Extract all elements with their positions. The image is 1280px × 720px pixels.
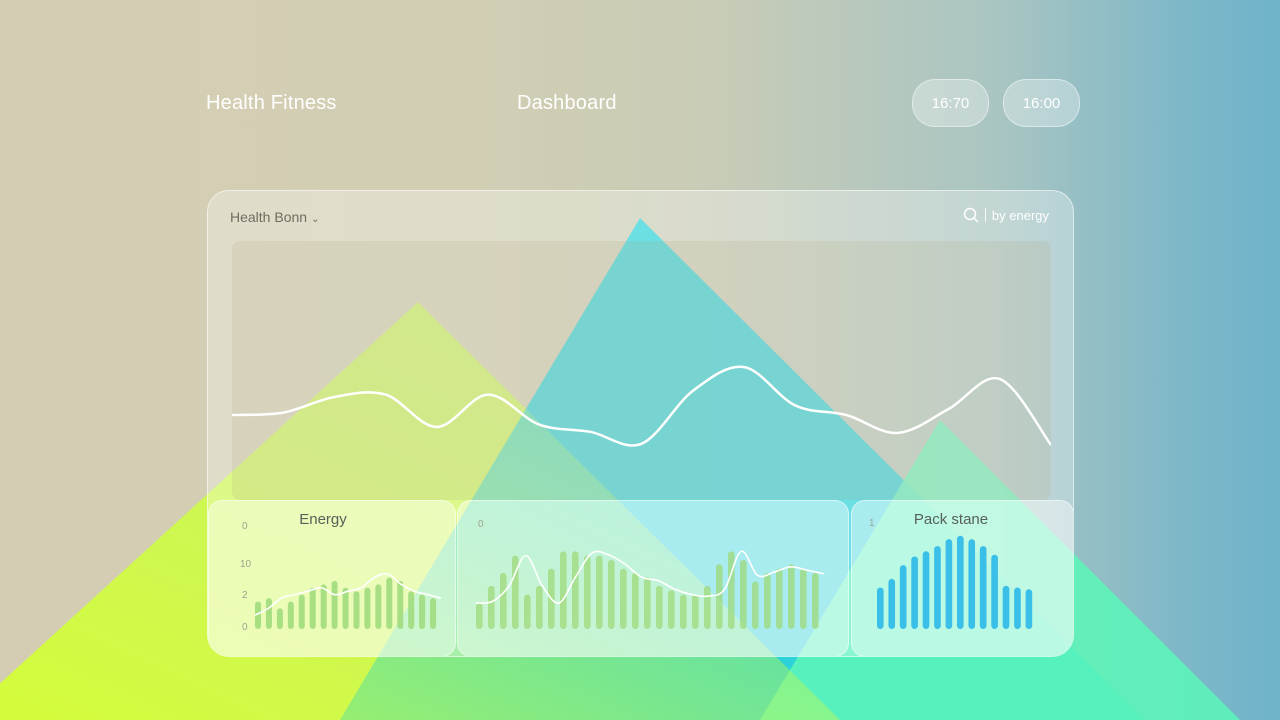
bar bbox=[342, 587, 349, 629]
bar bbox=[572, 551, 579, 629]
bar bbox=[1014, 587, 1021, 629]
bar bbox=[500, 572, 507, 629]
middle-card: 0 bbox=[457, 500, 849, 656]
bar bbox=[740, 559, 747, 629]
bar bbox=[1002, 585, 1010, 629]
bar bbox=[911, 556, 918, 629]
bar bbox=[922, 551, 930, 629]
bar bbox=[632, 572, 639, 629]
search-divider bbox=[984, 208, 986, 222]
bar bbox=[353, 591, 360, 629]
energy-bar-chart bbox=[254, 572, 442, 629]
bar bbox=[934, 546, 941, 629]
bar bbox=[596, 555, 603, 629]
panel-dropdown[interactable]: Health Bonn ⌄ bbox=[230, 209, 319, 225]
dashboard-panel: Health Bonn ⌄ by energy Energy 0 10 2 0 0… bbox=[207, 190, 1074, 657]
bar bbox=[536, 585, 543, 629]
bar bbox=[287, 601, 294, 629]
bar bbox=[476, 603, 483, 629]
bar bbox=[320, 584, 327, 629]
bar bbox=[608, 559, 615, 629]
bar bbox=[386, 577, 393, 629]
bar bbox=[419, 594, 426, 629]
bar bbox=[680, 594, 687, 629]
search-icon bbox=[963, 207, 979, 223]
bar bbox=[800, 568, 807, 629]
main-line-chart bbox=[232, 365, 1051, 447]
search-control[interactable]: by energy bbox=[963, 207, 1049, 223]
bar bbox=[560, 551, 567, 629]
middle-bar-chart bbox=[475, 550, 825, 629]
bar bbox=[716, 564, 723, 629]
bar bbox=[1025, 589, 1033, 629]
bar bbox=[276, 608, 283, 629]
bar bbox=[644, 577, 651, 629]
bar bbox=[620, 568, 627, 629]
bar bbox=[488, 585, 495, 629]
app-title: Health Fitness bbox=[206, 92, 337, 114]
bar bbox=[430, 598, 437, 629]
bar bbox=[968, 539, 976, 629]
pack-stane-card: Pack stane 1 bbox=[851, 500, 1073, 656]
bar bbox=[888, 578, 896, 629]
bar bbox=[364, 587, 371, 629]
bar bbox=[991, 554, 998, 629]
bar bbox=[957, 535, 964, 629]
bar bbox=[945, 539, 953, 629]
chevron-down-icon: ⌄ bbox=[311, 214, 320, 225]
bar bbox=[524, 594, 531, 629]
time-pill-2[interactable]: 16:00 bbox=[1003, 79, 1080, 127]
bar bbox=[728, 551, 735, 629]
energy-card: Energy 0 10 2 0 bbox=[208, 500, 456, 656]
search-label: by energy bbox=[991, 207, 1049, 223]
bar bbox=[979, 546, 987, 629]
pack-stane-bar-chart bbox=[877, 535, 1033, 629]
page-title: Dashboard bbox=[517, 92, 617, 114]
bar bbox=[584, 555, 591, 629]
bar bbox=[331, 580, 338, 629]
series-line bbox=[232, 365, 1051, 447]
bar bbox=[656, 585, 663, 629]
bar bbox=[692, 594, 699, 629]
bar bbox=[877, 587, 884, 629]
bar bbox=[265, 598, 272, 629]
bar bbox=[899, 565, 907, 629]
bar bbox=[812, 572, 819, 629]
time-pill-1[interactable]: 16:70 bbox=[912, 79, 989, 127]
bar bbox=[764, 572, 771, 629]
bar bbox=[776, 568, 783, 629]
bar bbox=[408, 591, 415, 629]
bar bbox=[788, 564, 795, 629]
bar bbox=[704, 585, 711, 629]
bar bbox=[668, 590, 675, 629]
panel-title: Health Bonn bbox=[230, 209, 308, 225]
bar bbox=[309, 587, 316, 629]
bar bbox=[375, 584, 382, 629]
main-chart bbox=[232, 241, 1051, 500]
bar bbox=[397, 580, 404, 629]
bar bbox=[298, 594, 305, 629]
bar bbox=[752, 581, 759, 629]
